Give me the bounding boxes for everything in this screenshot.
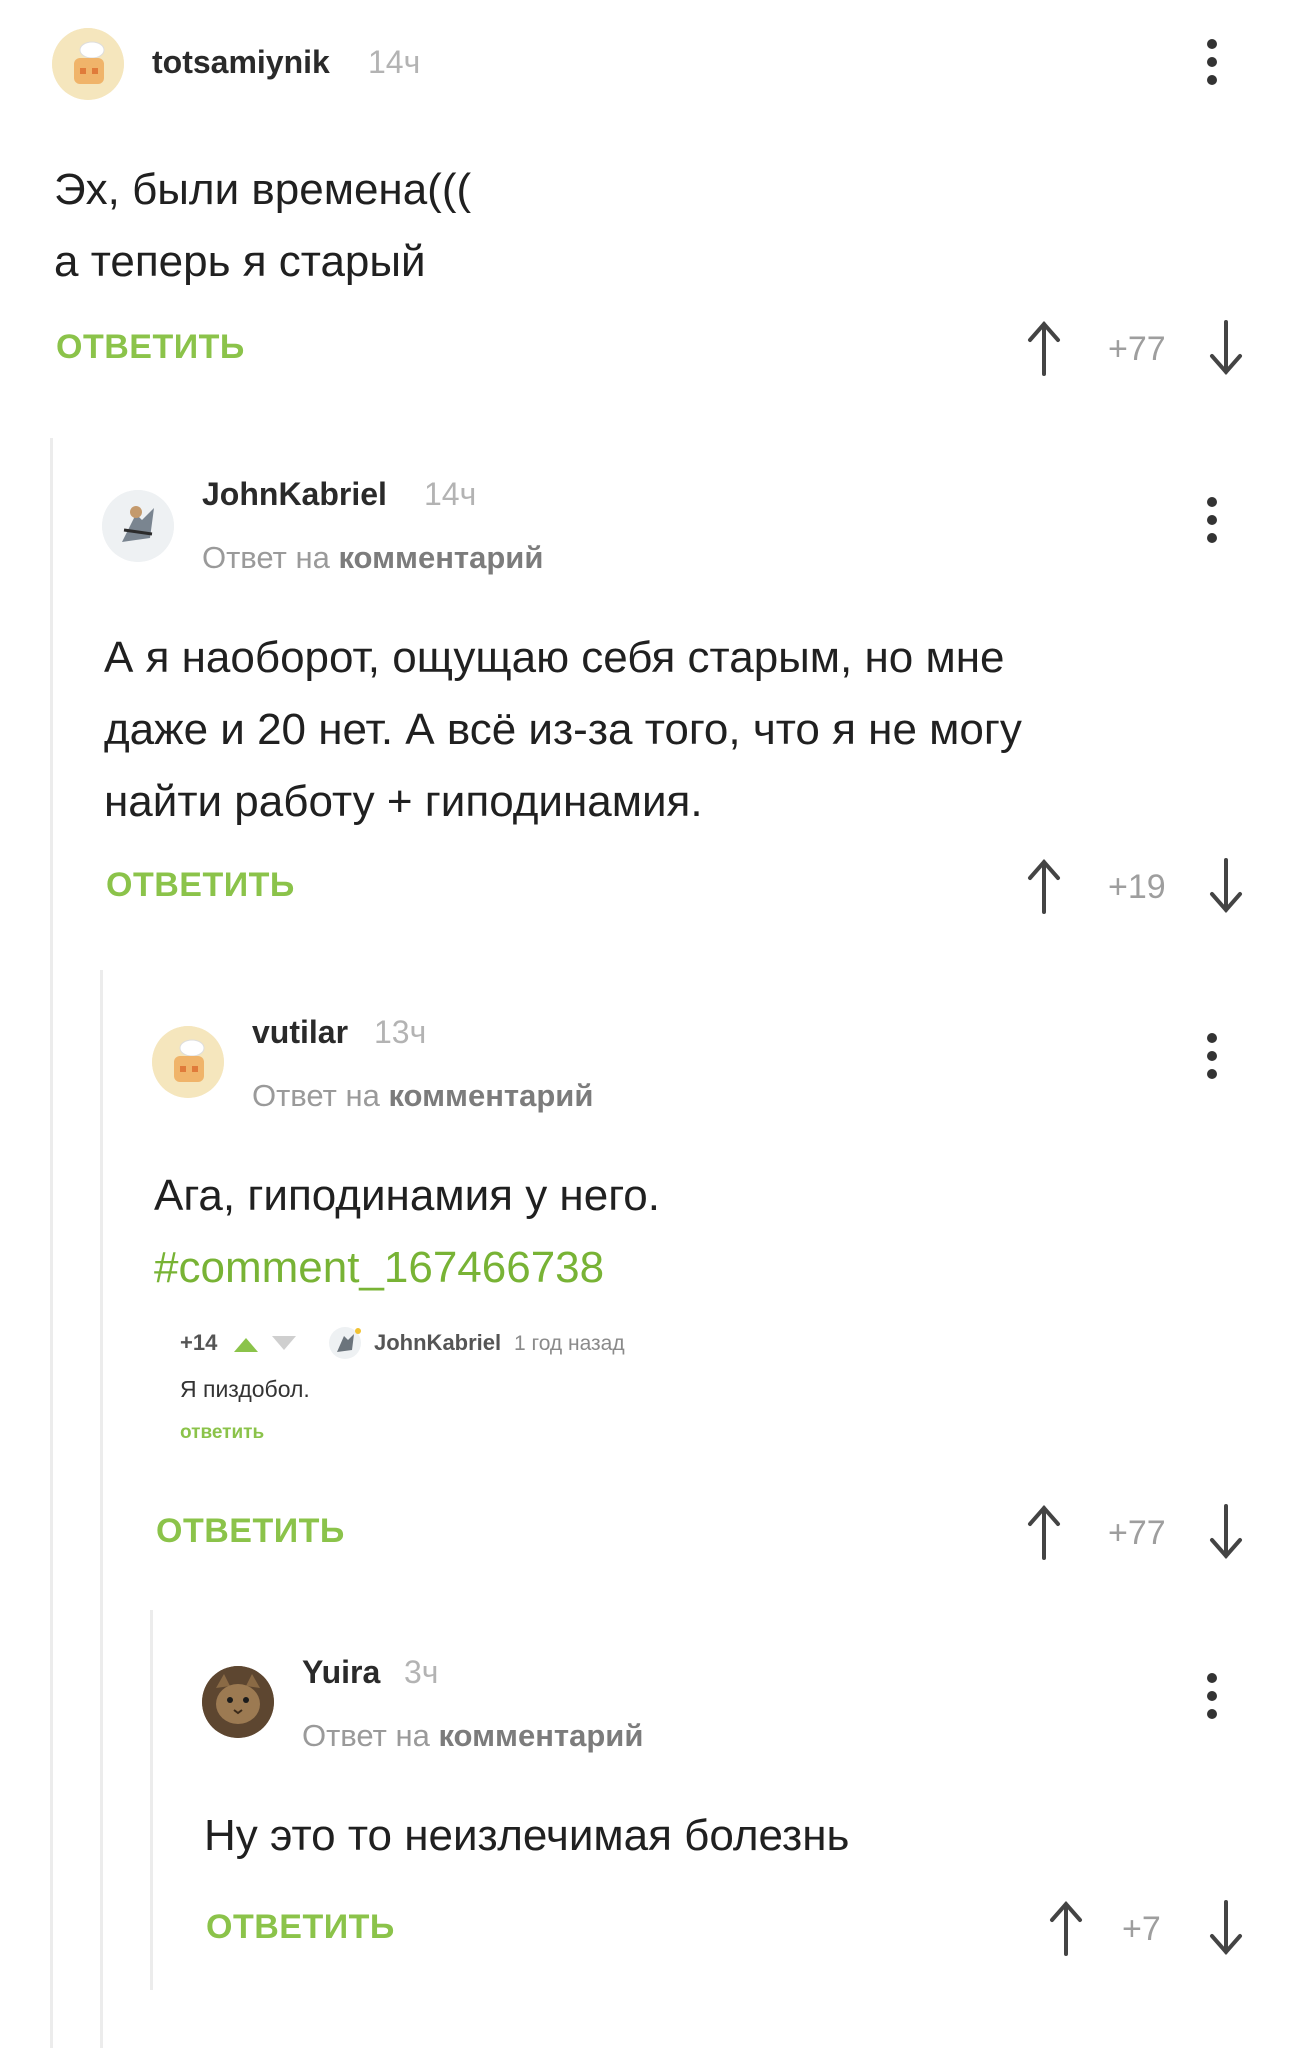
arrow-down-icon	[1210, 1900, 1242, 1956]
reply-to-link[interactable]: комментарий	[438, 1718, 643, 1753]
thread-line-level-1	[50, 438, 53, 2048]
reply-to-label: Ответ на комментарий	[252, 1078, 593, 1114]
embed-reply-label: ответить	[180, 1422, 265, 1443]
reply-button[interactable]: ОТВЕТИТЬ	[56, 328, 245, 367]
more-vertical-icon	[1207, 1673, 1217, 1719]
more-vertical-icon	[1207, 39, 1217, 85]
user-avatar-icon	[102, 490, 174, 562]
upvote-button[interactable]	[1024, 318, 1064, 378]
cat-avatar-icon	[202, 1666, 274, 1738]
username[interactable]: Yuira	[302, 1654, 380, 1691]
avatar[interactable]	[152, 1026, 224, 1098]
avatar[interactable]	[202, 1666, 274, 1738]
upvote-button[interactable]	[1024, 1502, 1064, 1562]
reply-to-prefix: Ответ на	[302, 1718, 430, 1753]
reply-to-label: Ответ на комментарий	[302, 1718, 643, 1754]
reply-to-link[interactable]: комментарий	[388, 1078, 593, 1113]
embed-timestamp: 1 год назад	[514, 1332, 625, 1355]
thread-line-level-2	[100, 970, 103, 2048]
username[interactable]: JohnKabriel	[202, 476, 387, 513]
downvote-button[interactable]	[1206, 1502, 1246, 1562]
comment-text-line: а теперь я старый	[54, 237, 426, 286]
more-options-button[interactable]	[1192, 490, 1232, 550]
more-options-button[interactable]	[1192, 1666, 1232, 1726]
embed-username: JohnKabriel	[374, 1330, 502, 1355]
reply-to-link[interactable]: комментарий	[338, 540, 543, 575]
arrow-up-icon	[1028, 1504, 1060, 1560]
arrow-down-icon	[1210, 320, 1242, 376]
reply-to-label: Ответ на комментарий	[202, 540, 543, 576]
avatar[interactable]	[102, 490, 174, 562]
more-options-button[interactable]	[1192, 32, 1232, 92]
comment-text: Ну это то неизлечимая болезнь	[204, 1800, 849, 1872]
comment-text-line: Ну это то неизлечимая болезнь	[204, 1811, 850, 1860]
arrow-up-icon	[1050, 1900, 1082, 1956]
comment-text-line: найти работу + гиподинамия.	[104, 777, 703, 826]
thread-line-level-3	[150, 1610, 153, 1990]
comment-text: Эх, были времена((( а теперь я старый	[54, 154, 471, 298]
timestamp: 14ч	[368, 44, 421, 80]
hashtag-link[interactable]: #comment_167466738	[154, 1232, 660, 1304]
reply-to-prefix: Ответ на	[252, 1078, 380, 1113]
arrow-up-icon	[1028, 858, 1060, 914]
comment-text-line: А я наоборот, ощущаю себя старым, но мне	[104, 633, 1005, 682]
more-vertical-icon	[1207, 1033, 1217, 1079]
upvote-button[interactable]	[1046, 1898, 1086, 1958]
timestamp: 13ч	[374, 1014, 427, 1050]
comment-text: А я наоборот, ощущаю себя старым, но мне…	[104, 622, 1022, 838]
more-options-button[interactable]	[1192, 1026, 1232, 1086]
arrow-down-icon	[1210, 858, 1242, 914]
username[interactable]: vutilar	[252, 1014, 348, 1051]
reply-button[interactable]: ОТВЕТИТЬ	[206, 1908, 395, 1947]
username[interactable]: totsamiynik	[152, 44, 330, 81]
comment-text-line: даже и 20 нет. А всё из-за того, что я н…	[104, 705, 1022, 754]
chef-avatar-icon	[52, 28, 124, 100]
upvote-button[interactable]	[1024, 856, 1064, 916]
embed-upvote-icon	[234, 1338, 258, 1352]
reply-button[interactable]: ОТВЕТИТЬ	[156, 1512, 345, 1551]
arrow-up-icon	[1028, 320, 1060, 376]
comment-text-line: Ага, гиподинамия у него.	[154, 1171, 660, 1220]
arrow-down-icon	[1210, 1504, 1242, 1560]
avatar[interactable]	[52, 28, 124, 100]
more-vertical-icon	[1207, 497, 1217, 543]
comment-text-line: Эх, были времена(((	[54, 165, 472, 214]
embed-rating: +14	[180, 1330, 218, 1355]
rating: +7	[1122, 1910, 1161, 1948]
reply-to-prefix: Ответ на	[202, 540, 330, 575]
rating: +19	[1108, 868, 1166, 906]
timestamp: 14ч	[424, 476, 477, 512]
embed-downvote-icon	[272, 1336, 296, 1350]
reply-button[interactable]: ОТВЕТИТЬ	[106, 866, 295, 905]
embed-text: Я пиздобол.	[180, 1376, 310, 1402]
downvote-button[interactable]	[1206, 1898, 1246, 1958]
downvote-button[interactable]	[1206, 856, 1246, 916]
rating: +77	[1108, 1514, 1166, 1552]
chef-avatar-icon	[152, 1026, 224, 1098]
rating: +77	[1108, 330, 1166, 368]
comment-text: Ага, гиподинамия у него. #comment_167466…	[154, 1160, 660, 1304]
embed-avatar-icon	[329, 1327, 361, 1359]
downvote-button[interactable]	[1206, 318, 1246, 378]
timestamp: 3ч	[404, 1654, 439, 1690]
